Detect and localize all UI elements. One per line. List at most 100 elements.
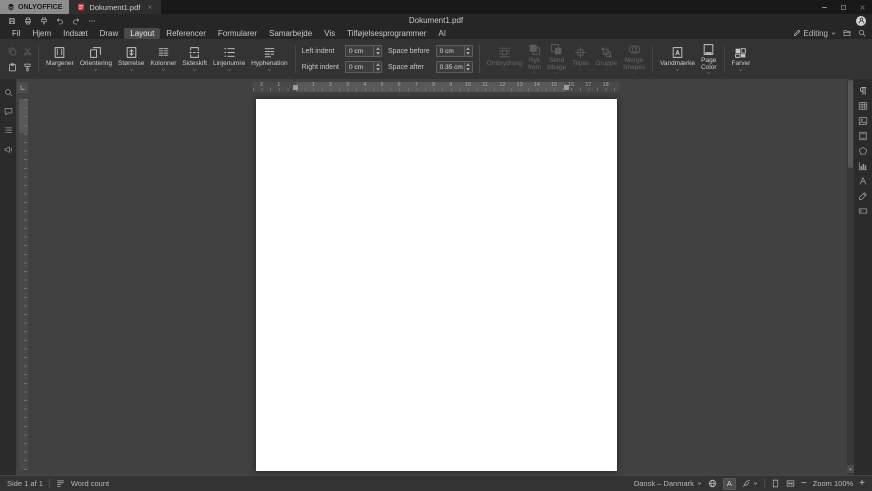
paste-button[interactable] <box>5 60 19 75</box>
toolbar-button-page-break[interactable]: Sideskift <box>179 40 210 78</box>
toolbar-button-hyphenation[interactable]: Hyphenation <box>248 40 291 78</box>
left-indent-input[interactable]: 0 cm <box>345 45 382 57</box>
panel-button-form-settings[interactable] <box>858 206 868 216</box>
spinner-down-icon[interactable] <box>376 68 380 71</box>
horizontal-ruler[interactable]: 21123456789101112131415161718 <box>253 82 619 92</box>
spinner-up-icon[interactable] <box>376 47 380 50</box>
spinner-up-icon[interactable] <box>466 47 470 50</box>
spinner-arrows[interactable] <box>464 46 472 56</box>
tab-bar: ONLYOFFICE Dokument1.pdf <box>0 0 872 14</box>
panel-button-signature-settings[interactable] <box>858 191 868 201</box>
zoom-level[interactable]: Zoom 100% <box>813 479 853 488</box>
toolbar-button-bring-forward[interactable]: Ryk frem <box>525 40 544 78</box>
menu-tab-fil[interactable]: Fil <box>6 28 26 39</box>
quick-print-button[interactable] <box>37 15 50 26</box>
toolbar-button-margins[interactable]: Margener <box>43 40 77 78</box>
space-after-input[interactable]: 0.35 cm <box>436 61 473 73</box>
onlyoffice-logo-label: ONLYOFFICE <box>18 4 62 11</box>
panel-button-headings[interactable] <box>4 126 13 135</box>
panel-button-table-settings[interactable] <box>858 101 868 111</box>
copy-style-button[interactable] <box>20 60 34 75</box>
word-count-button[interactable]: Word count <box>71 479 109 488</box>
toolbar-button-send-backward[interactable]: Send tilbage <box>544 40 569 78</box>
spinner-arrows[interactable] <box>373 46 381 56</box>
pen-mode-selector[interactable] <box>742 479 758 488</box>
copy-button[interactable] <box>5 44 19 59</box>
menu-tab-tilføjelsesprogrammer[interactable]: Tilføjelsesprogrammer <box>341 28 432 39</box>
tab-close-icon[interactable] <box>147 4 153 10</box>
open-location-button[interactable] <box>843 29 851 37</box>
spinner-arrows[interactable] <box>464 62 472 72</box>
zoom-out-button[interactable]: − <box>801 479 807 489</box>
onlyoffice-main-button[interactable]: ONLYOFFICE <box>0 0 69 14</box>
fit-width-icon[interactable] <box>786 479 795 488</box>
panel-button-header-footer-settings[interactable] <box>858 131 868 141</box>
toolbar-button-merge-shapes[interactable]: Merge Shapes <box>620 40 648 78</box>
language-selector[interactable]: Dansk – Danmark <box>634 479 702 488</box>
document-canvas[interactable]: 21123456789101112131415161718 <box>16 79 847 475</box>
window-close-button[interactable] <box>853 0 872 14</box>
menu-tab-indsæt[interactable]: Indsæt <box>57 28 93 39</box>
redo-button[interactable] <box>69 15 82 26</box>
window-maximize-button[interactable] <box>834 0 853 14</box>
scroll-down-button[interactable] <box>847 465 854 473</box>
menu-tab-layout[interactable]: Layout <box>124 28 160 39</box>
document-page[interactable] <box>256 99 617 471</box>
menu-tab-ai[interactable]: AI <box>432 28 452 39</box>
vertical-ruler[interactable] <box>19 99 28 470</box>
toolbar-button-text-wrap[interactable]: Ombrydning <box>484 40 525 78</box>
save-button[interactable] <box>5 15 18 26</box>
panel-button-shape-settings[interactable] <box>858 146 868 156</box>
user-avatar[interactable] <box>856 16 866 26</box>
panel-button-comments[interactable] <box>4 107 13 116</box>
page-indicator[interactable]: Side 1 af 1 <box>7 479 43 488</box>
spinner-down-icon[interactable] <box>376 52 380 55</box>
toolbar-button-color-scheme[interactable]: Farver <box>729 40 754 78</box>
form-settings-icon <box>858 206 868 216</box>
spell-check-toggle[interactable]: A <box>723 478 736 490</box>
panel-button-feedback[interactable] <box>4 145 13 154</box>
spinner-down-icon[interactable] <box>466 68 470 71</box>
panel-button-chart-settings[interactable] <box>858 161 868 171</box>
toolbar-button-page-size[interactable]: Størrelse <box>115 40 147 78</box>
panel-button-textart-settings[interactable] <box>858 176 868 186</box>
print-button[interactable] <box>21 15 34 26</box>
document-language-icon[interactable] <box>708 479 717 488</box>
panel-button-image-settings[interactable] <box>858 116 868 126</box>
zoom-in-button[interactable]: + <box>859 479 865 489</box>
toolbar-button-group-objects[interactable]: Gruppe <box>592 40 620 78</box>
menu-tab-hjem[interactable]: Hjem <box>26 28 57 39</box>
left-margin-marker[interactable] <box>293 85 298 90</box>
right-indent-input[interactable]: 0 cm <box>345 61 382 73</box>
vertical-scrollbar[interactable] <box>847 79 854 475</box>
spinner-up-icon[interactable] <box>376 63 380 66</box>
undo-button[interactable] <box>53 15 66 26</box>
menu-tab-formularer[interactable]: Formularer <box>212 28 263 39</box>
spinner-arrows[interactable] <box>373 62 381 72</box>
scrollbar-thumb[interactable] <box>848 80 853 168</box>
search-button[interactable] <box>858 29 866 37</box>
toolbar-button-page-color[interactable]: Page Color <box>698 40 720 78</box>
tab-stop-selector[interactable] <box>17 82 28 93</box>
menu-tab-samarbejde[interactable]: Samarbejde <box>263 28 318 39</box>
editing-mode-selector[interactable]: Editing <box>793 29 836 38</box>
toolbar-button-columns[interactable]: Kolonner <box>147 40 179 78</box>
menu-tab-vis[interactable]: Vis <box>318 28 341 39</box>
spinner-down-icon[interactable] <box>466 52 470 55</box>
window-minimize-button[interactable] <box>815 0 834 14</box>
right-panel <box>854 79 872 475</box>
fit-page-icon[interactable] <box>771 479 780 488</box>
menu-tab-referencer[interactable]: Referencer <box>160 28 212 39</box>
document-tab[interactable]: Dokument1.pdf <box>69 0 161 14</box>
toolbar-button-align-objects[interactable]: Tilpas <box>569 40 592 78</box>
space-before-input[interactable]: 0 cm <box>436 45 473 57</box>
menu-tab-draw[interactable]: Draw <box>94 28 125 39</box>
more-button[interactable] <box>85 15 98 26</box>
panel-button-paragraph-settings[interactable] <box>858 86 868 96</box>
toolbar-button-orientation[interactable]: Orientering <box>77 40 115 78</box>
spinner-up-icon[interactable] <box>466 63 470 66</box>
panel-button-search[interactable] <box>4 88 13 97</box>
toolbar-button-line-numbers[interactable]: Linjenumre <box>210 40 248 78</box>
cut-button[interactable] <box>20 44 34 59</box>
toolbar-button-watermark[interactable]: Vandmærke <box>657 40 698 78</box>
